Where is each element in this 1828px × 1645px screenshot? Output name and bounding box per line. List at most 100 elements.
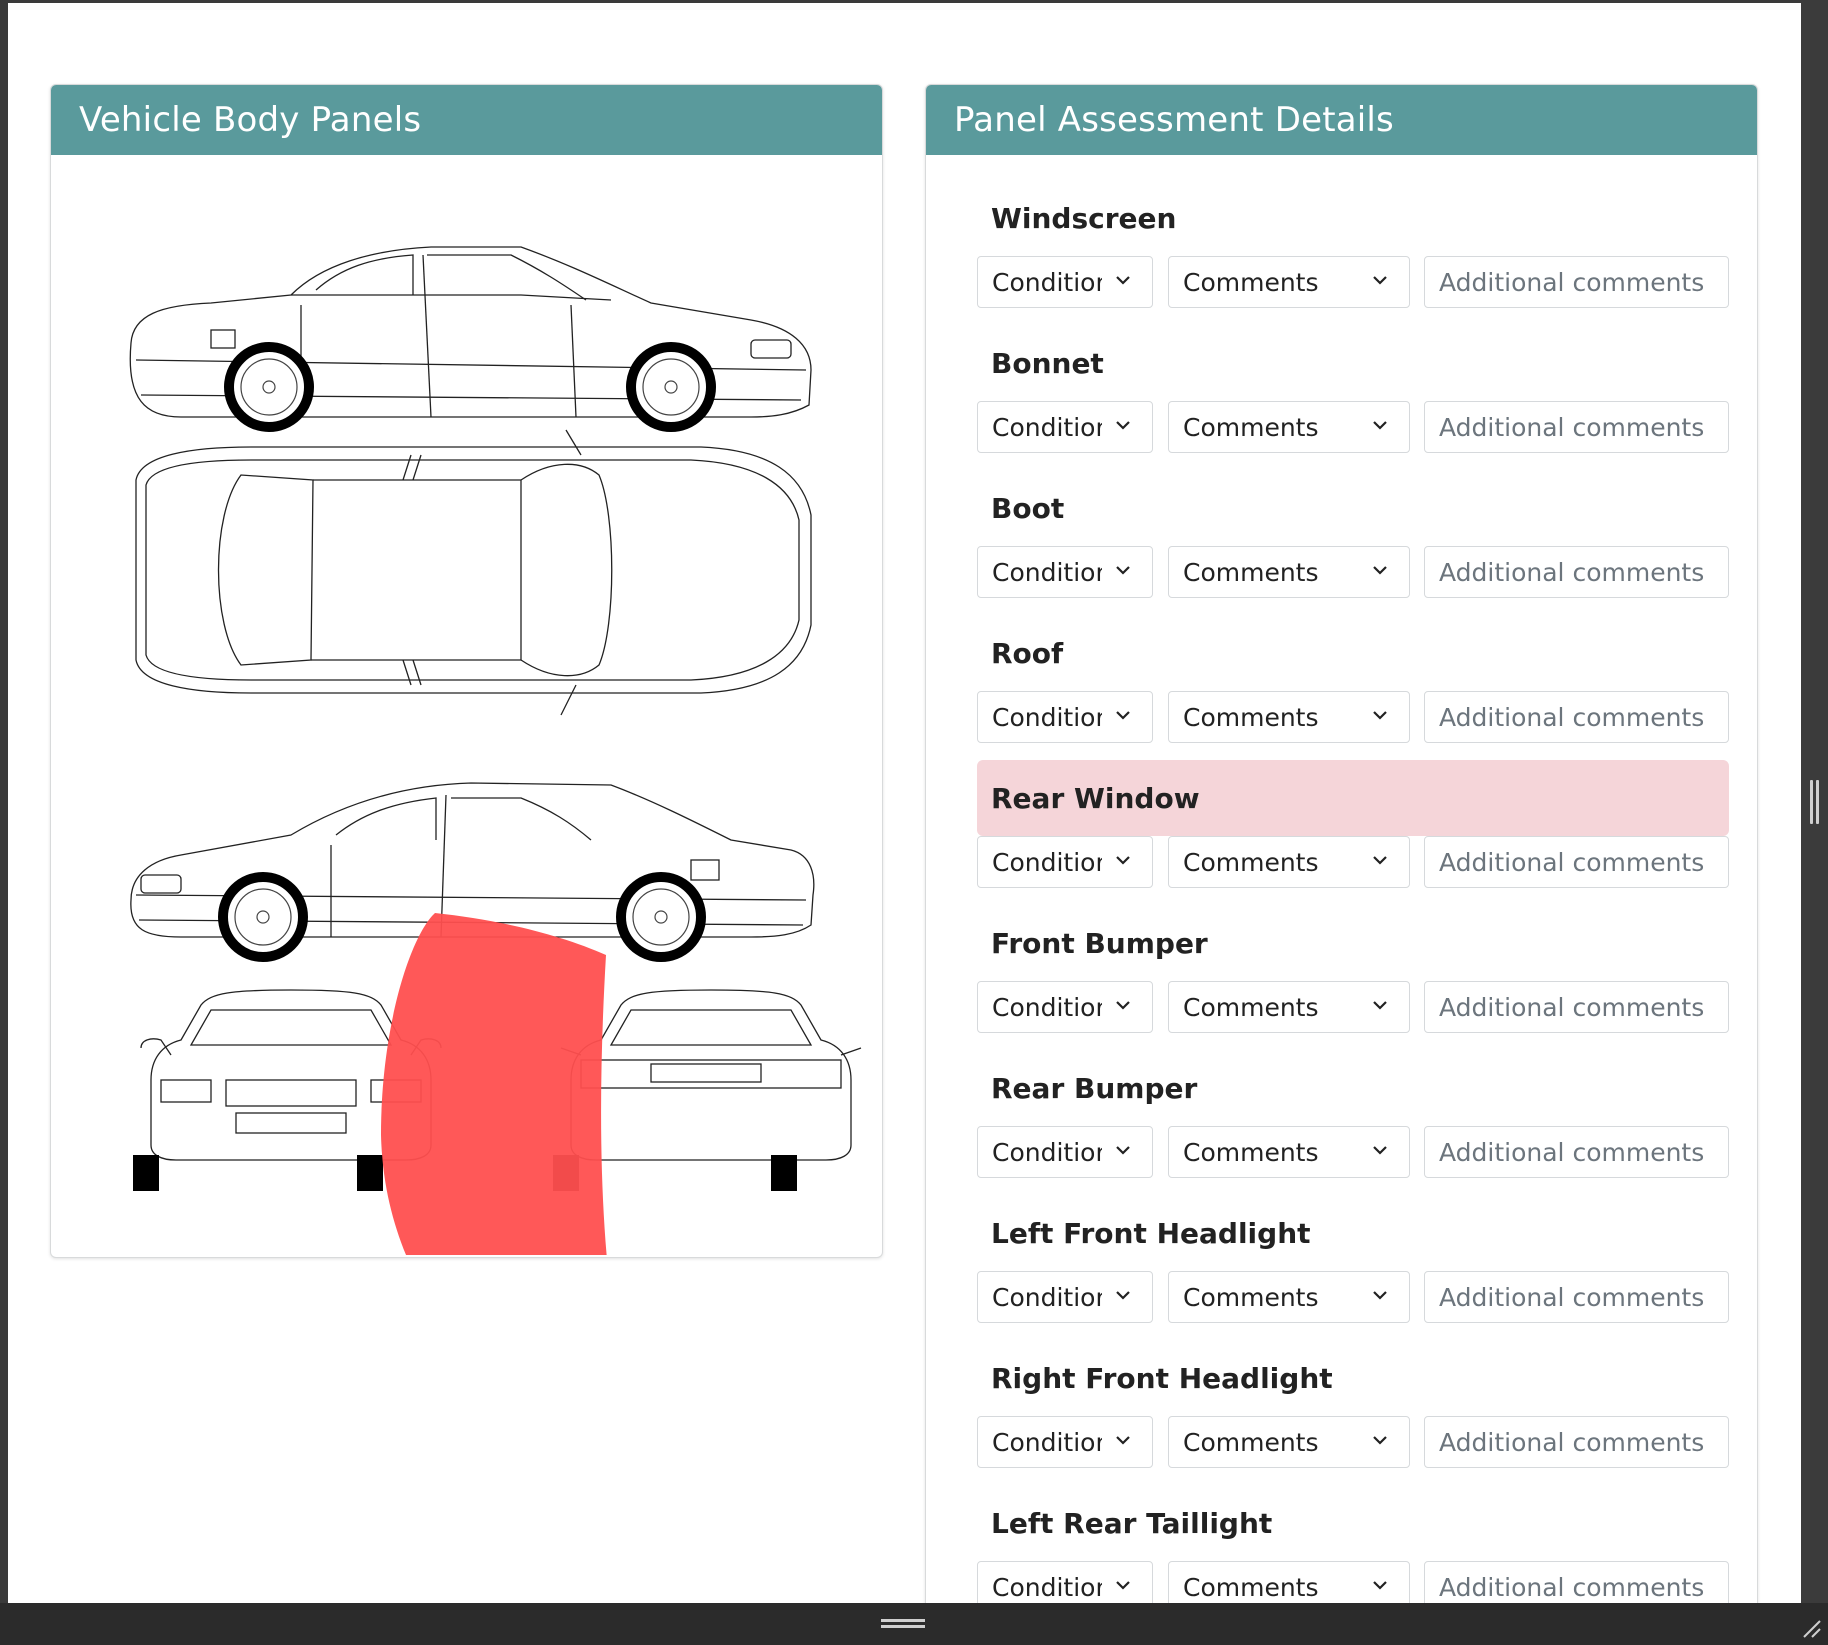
panel-name[interactable]: Front Bumper [977, 905, 1729, 981]
panel-row: Rear Bumper Condition Comments [977, 1050, 1729, 1180]
chevron-down-icon [1373, 1001, 1387, 1010]
panel-controls: Condition Comments [977, 981, 1729, 1035]
condition-select-value: Condition [992, 992, 1102, 1022]
additional-comments-input[interactable] [1424, 981, 1729, 1033]
comments-select-value: Comments [1183, 1282, 1319, 1312]
panel-controls: Condition Comments [977, 256, 1729, 310]
panel-controls: Condition Comments [977, 1126, 1729, 1180]
chevron-down-icon [1373, 1436, 1387, 1445]
condition-select[interactable]: Condition [977, 1561, 1153, 1603]
comments-select-value: Comments [1183, 1427, 1319, 1457]
panel-controls: Condition Comments [977, 1416, 1729, 1470]
comments-select[interactable]: Comments [1168, 981, 1410, 1033]
panel-row: Rear Window Condition Comments [977, 760, 1729, 890]
condition-select-value: Condition [992, 1427, 1102, 1457]
chevron-down-icon [1373, 1146, 1387, 1155]
panel-controls: Condition Comments [977, 1271, 1729, 1325]
panel-name[interactable]: Left Front Headlight [977, 1195, 1729, 1271]
chevron-down-icon [1116, 1291, 1130, 1300]
chevron-down-icon [1373, 711, 1387, 720]
condition-select[interactable]: Condition [977, 546, 1153, 598]
additional-comments-input[interactable] [1424, 256, 1729, 308]
chevron-down-icon [1116, 421, 1130, 430]
panel-controls: Condition Comments [977, 1561, 1729, 1603]
chevron-down-icon [1373, 566, 1387, 575]
additional-comments-input[interactable] [1424, 1416, 1729, 1468]
panel-row: Left Front Headlight Condition Comments [977, 1195, 1729, 1325]
condition-select-value: Condition [992, 1572, 1102, 1602]
chevron-down-icon [1373, 421, 1387, 430]
additional-comments-input[interactable] [1424, 1271, 1729, 1323]
panel-controls: Condition Comments [977, 401, 1729, 455]
condition-select-value: Condition [992, 847, 1102, 877]
panel-row: Front Bumper Condition Comments [977, 905, 1729, 1035]
chevron-down-icon [1116, 1581, 1130, 1590]
chevron-down-icon [1116, 1001, 1130, 1010]
panel-row: Boot Condition Comments [977, 470, 1729, 600]
splitter-grip-icon [1810, 780, 1813, 824]
comments-select[interactable]: Comments [1168, 691, 1410, 743]
panel-name[interactable]: Boot [977, 470, 1729, 546]
condition-select[interactable]: Condition [977, 836, 1153, 888]
comments-select[interactable]: Comments [1168, 1126, 1410, 1178]
comments-select[interactable]: Comments [1168, 546, 1410, 598]
comments-select-value: Comments [1183, 1137, 1319, 1167]
panel-name[interactable]: Bonnet [977, 325, 1729, 401]
chevron-down-icon [1116, 276, 1130, 285]
comments-select-value: Comments [1183, 847, 1319, 877]
comments-select-value: Comments [1183, 267, 1319, 297]
comments-select[interactable]: Comments [1168, 401, 1410, 453]
comments-select[interactable]: Comments [1168, 256, 1410, 308]
condition-select[interactable]: Condition [977, 256, 1153, 308]
comments-select[interactable]: Comments [1168, 1561, 1410, 1603]
car-top-view[interactable] [135, 429, 812, 716]
additional-comments-input[interactable] [1424, 691, 1729, 743]
condition-select-value: Condition [992, 412, 1102, 442]
comments-select-value: Comments [1183, 557, 1319, 587]
damage-marker-rear-window[interactable] [381, 913, 609, 1255]
comments-select[interactable]: Comments [1168, 1271, 1410, 1323]
additional-comments-input[interactable] [1424, 1561, 1729, 1603]
panel-assessment-details-title: Panel Assessment Details [926, 85, 1757, 155]
condition-select-value: Condition [992, 267, 1102, 297]
panel-name[interactable]: Rear Window [977, 760, 1729, 836]
condition-select-value: Condition [992, 702, 1102, 732]
panel-name[interactable]: Roof [977, 615, 1729, 691]
condition-select-value: Condition [992, 1282, 1102, 1312]
condition-select[interactable]: Condition [977, 691, 1153, 743]
additional-comments-input[interactable] [1424, 401, 1729, 453]
horizontal-splitter[interactable] [0, 1603, 1828, 1645]
comments-select-value: Comments [1183, 992, 1319, 1022]
vehicle-diagram[interactable] [51, 155, 882, 1255]
comments-select[interactable]: Comments [1168, 1416, 1410, 1468]
condition-select[interactable]: Condition [977, 1271, 1153, 1323]
comments-select[interactable]: Comments [1168, 836, 1410, 888]
condition-select-value: Condition [992, 1137, 1102, 1167]
resize-handle-icon[interactable] [1800, 1617, 1822, 1639]
chevron-down-icon [1373, 1291, 1387, 1300]
condition-select[interactable]: Condition [977, 1416, 1153, 1468]
panel-row: Left Rear Taillight Condition Comments [977, 1485, 1729, 1603]
splitter-grip-icon [1816, 780, 1819, 824]
panel-row: Roof Condition Comments [977, 615, 1729, 745]
panel-name[interactable]: Right Front Headlight [977, 1340, 1729, 1416]
panel-name[interactable]: Windscreen [977, 180, 1729, 256]
panel-controls: Condition Comments [977, 546, 1729, 600]
comments-select-value: Comments [1183, 1572, 1319, 1602]
panel-row: Bonnet Condition Comments [977, 325, 1729, 455]
condition-select[interactable]: Condition [977, 981, 1153, 1033]
condition-select[interactable]: Condition [977, 401, 1153, 453]
app-window: Vehicle Body Panels Panel Assessment Det… [8, 3, 1801, 1603]
car-rear-view[interactable] [560, 989, 862, 1161]
additional-comments-input[interactable] [1424, 836, 1729, 888]
panel-name[interactable]: Left Rear Taillight [977, 1485, 1729, 1561]
condition-select[interactable]: Condition [977, 1126, 1153, 1178]
panel-name[interactable]: Rear Bumper [977, 1050, 1729, 1126]
scrolled-content-edge [8, 3, 1801, 11]
panel-assessment-details-card: Panel Assessment Details Windscreen Condi… [925, 84, 1758, 1603]
vehicle-body-panels-title: Vehicle Body Panels [51, 85, 882, 155]
additional-comments-input[interactable] [1424, 546, 1729, 598]
vertical-splitter[interactable] [1801, 0, 1828, 1645]
additional-comments-input[interactable] [1424, 1126, 1729, 1178]
condition-select-value: Condition [992, 557, 1102, 587]
